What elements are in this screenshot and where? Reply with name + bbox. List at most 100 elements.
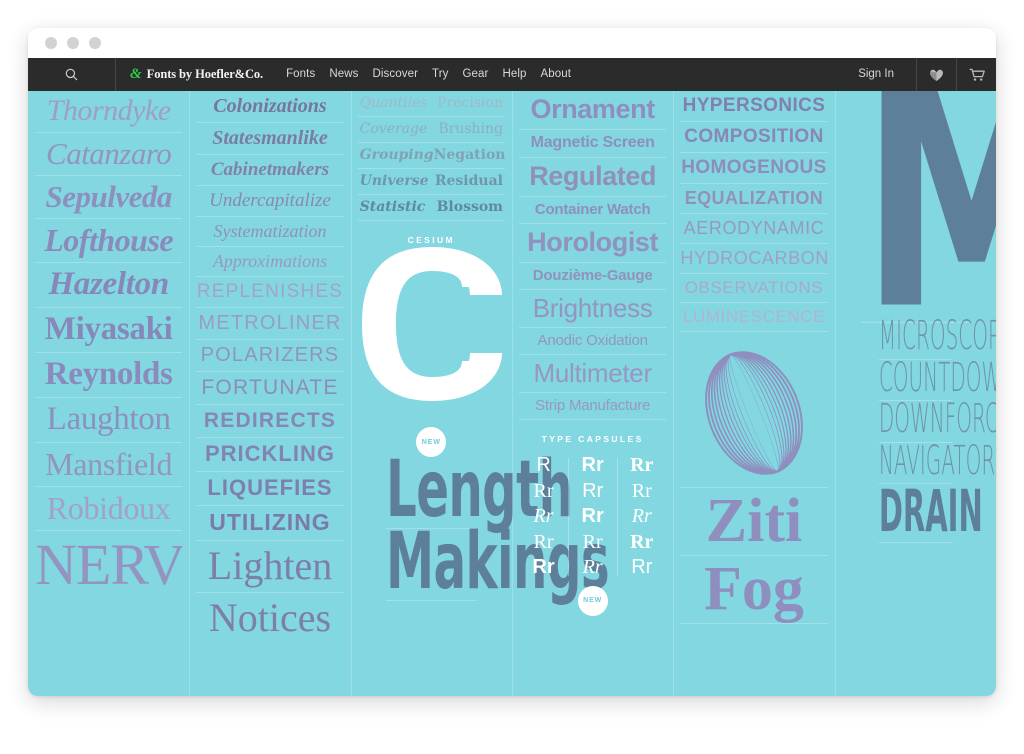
font-specimen[interactable]: Miyasaki (35, 308, 183, 353)
font-specimen[interactable]: Reynolds (35, 353, 183, 398)
letter-specimen-o[interactable] (680, 335, 828, 490)
rr-cell[interactable]: Rr (583, 531, 603, 555)
search-button[interactable] (28, 58, 116, 91)
nav-link-try[interactable]: Try (425, 58, 455, 91)
font-specimen[interactable]: NERVE (35, 531, 182, 600)
font-specimen-pair[interactable]: Quantiles Precision (357, 91, 505, 117)
font-specimen[interactable]: HOMOGENOUS (680, 153, 828, 184)
nav-link-about[interactable]: About (534, 58, 579, 91)
letter-specimen-c[interactable] (358, 245, 505, 421)
nav-link-fonts[interactable]: Fonts (279, 58, 322, 91)
font-specimen[interactable]: REDIRECTS (196, 405, 344, 438)
font-specimen[interactable]: Ziti (680, 488, 828, 556)
font-specimen[interactable]: Magnetic Screen (518, 130, 667, 158)
window-zoom-button[interactable] (89, 37, 101, 49)
rr-cell[interactable]: Rr (583, 556, 603, 580)
font-specimen[interactable]: Strip Manufacture (518, 393, 667, 420)
font-specimen[interactable]: HYPERSONICS (680, 91, 828, 122)
font-specimen[interactable]: Laughton (35, 398, 183, 443)
font-specimen[interactable]: Lighten (196, 541, 344, 593)
rr-cell[interactable]: Rr (632, 505, 652, 529)
rr-specimen-grid: R Rr Rr Rr Rr Rr Rr Rr Rr Rr Rr Rr Rr Rr… (519, 454, 666, 580)
font-specimen[interactable]: Horologist (518, 224, 667, 263)
font-specimen[interactable]: Statesmanlike (196, 123, 344, 155)
font-specimen[interactable]: Sepulveda (35, 176, 183, 219)
rr-cell[interactable]: R (536, 454, 550, 478)
font-specimen[interactable]: UTILIZING (196, 506, 344, 541)
font-specimen[interactable]: COUNTDOWN (878, 358, 996, 402)
font-specimen[interactable]: Douzième-Gauge (518, 263, 667, 290)
font-specimen-pair[interactable]: Coverage Brushing (357, 117, 505, 143)
font-specimen[interactable]: AERODYNAMIC (680, 214, 828, 244)
rr-cell[interactable]: Rr (532, 556, 554, 580)
font-specimen[interactable]: Cabinetmakers (196, 155, 344, 186)
font-specimen[interactable]: Undercapitalize (196, 186, 344, 217)
font-specimen[interactable]: Makings (385, 523, 609, 602)
font-specimen[interactable]: Container Watch (518, 197, 667, 224)
pair-roman-word: Precision (437, 95, 503, 111)
font-specimen-pair[interactable]: Universe Residual (357, 169, 505, 195)
pair-italic-word: Coverage (359, 121, 428, 137)
font-specimen-pair[interactable]: Statistic Blossom (357, 195, 505, 221)
font-specimen[interactable]: Thorndyke (35, 91, 183, 133)
font-specimen[interactable]: DOWNFORCE (878, 399, 996, 443)
window-minimize-button[interactable] (67, 37, 79, 49)
font-specimen[interactable]: Regulated (518, 158, 667, 197)
font-specimen[interactable]: REPLENISHES (196, 277, 344, 308)
rr-cell[interactable]: Rr (534, 505, 554, 529)
font-specimen[interactable]: Notices (196, 593, 343, 644)
font-specimen[interactable]: Fog (680, 556, 828, 624)
cart-button[interactable] (956, 58, 996, 91)
rr-cell[interactable]: Rr (534, 480, 554, 504)
rr-cell[interactable]: Rr (582, 480, 603, 504)
font-specimen[interactable]: METROLINER (196, 308, 344, 340)
rr-cell[interactable]: Rr (631, 556, 652, 580)
window-close-button[interactable] (45, 37, 57, 49)
font-specimen-pair[interactable]: Grouping Negation (357, 143, 505, 169)
rr-cell[interactable]: Rr (632, 480, 652, 504)
nav-link-news[interactable]: News (322, 58, 365, 91)
font-specimen[interactable]: LUMINESCENCE (680, 303, 828, 332)
font-specimen[interactable]: POLARIZERS (196, 340, 344, 372)
rr-cell[interactable]: Rr (630, 454, 653, 478)
search-icon (65, 68, 78, 81)
font-specimen[interactable]: Lofthouse (35, 219, 183, 263)
font-specimen[interactable]: Multimeter (518, 355, 667, 393)
font-specimen[interactable]: LIQUEFIES (196, 472, 344, 506)
font-specimen[interactable]: Ornament (518, 91, 667, 130)
font-specimen[interactable]: Catanzaro (35, 133, 183, 176)
font-specimen[interactable]: Approximations (196, 247, 344, 277)
font-specimen[interactable]: FORTUNATE (196, 372, 344, 405)
font-specimen[interactable]: OBSERVATIONS (680, 274, 828, 303)
font-specimen[interactable]: Hazelton (35, 263, 183, 308)
font-specimen[interactable]: Robidoux (35, 487, 183, 531)
nav-link-discover[interactable]: Discover (365, 58, 425, 91)
font-specimen[interactable]: PRICKLING (196, 438, 344, 472)
c-glyph-icon (361, 247, 502, 401)
specimen-column-5: HYPERSONICS COMPOSITION HOMOGENOUS EQUAL… (673, 91, 834, 696)
letter-specimen-m[interactable]: M (860, 91, 996, 352)
font-specimen[interactable]: Anodic Oxidation (518, 328, 667, 355)
font-specimen[interactable]: Mansfield (35, 443, 183, 487)
font-specimen[interactable]: Systematization (196, 217, 344, 247)
specimen-column-2: Colonizations Statesmanlike Cabinetmaker… (189, 91, 350, 696)
font-specimen[interactable]: DRAIN (878, 483, 982, 543)
font-specimen[interactable]: Brightness (518, 290, 667, 328)
font-specimen[interactable]: COMPOSITION (680, 122, 828, 153)
rr-cell[interactable]: Rr (534, 531, 554, 555)
nav-link-help[interactable]: Help (495, 58, 533, 91)
font-specimen[interactable]: MICROSCOPIC (878, 316, 996, 360)
font-specimen[interactable]: Colonizations (196, 91, 344, 123)
favorites-button[interactable] (916, 58, 956, 91)
rr-cell[interactable]: Rr (582, 505, 604, 529)
font-specimen[interactable]: HYDROCARBON (680, 244, 828, 274)
rr-cell[interactable]: Rr (630, 531, 653, 555)
sign-in-link[interactable]: Sign In (836, 58, 916, 91)
rr-cell[interactable]: Rr (582, 454, 604, 478)
pair-roman-word: Residual (434, 173, 503, 189)
brand-logo[interactable]: & Fonts by Hoefler&Co. (130, 67, 263, 82)
nav-link-gear[interactable]: Gear (456, 58, 496, 91)
shopping-cart-icon (969, 68, 985, 81)
font-specimen[interactable]: EQUALIZATION (680, 184, 828, 214)
